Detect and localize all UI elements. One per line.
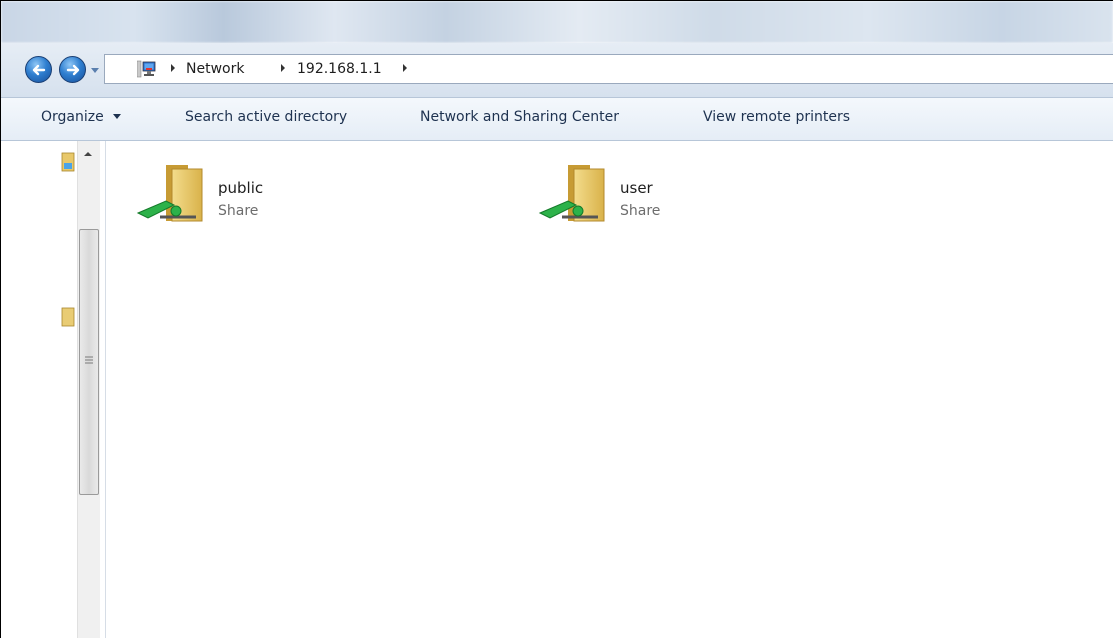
back-button[interactable] — [25, 56, 52, 83]
breadcrumb-network[interactable]: Network — [186, 61, 244, 77]
scrollbar-thumb[interactable] — [79, 229, 99, 495]
network-location-icon — [137, 60, 156, 78]
title-bar — [1, 1, 1113, 43]
shared-folder-icon — [136, 165, 203, 222]
share-name: user — [620, 179, 653, 197]
forward-arrow-icon — [66, 64, 79, 75]
breadcrumb-arrow-icon[interactable] — [279, 63, 287, 73]
organize-button[interactable]: Organize — [41, 109, 122, 125]
view-remote-printers-button[interactable]: View remote printers — [703, 109, 850, 125]
share-type: Share — [620, 203, 661, 219]
share-item[interactable]: public Share — [136, 149, 356, 222]
back-arrow-icon — [32, 64, 45, 75]
command-bar: Organize Search active directory Network… — [1, 97, 1113, 141]
library-icon[interactable] — [61, 151, 75, 173]
explorer-window: Network 192.168.1.1 Organize Search acti… — [0, 0, 1113, 638]
scroll-up-arrow-icon[interactable] — [81, 149, 95, 159]
folder-icon[interactable] — [61, 306, 75, 328]
file-list: public Share user Share — [106, 141, 1113, 638]
share-name: public — [218, 179, 264, 197]
breadcrumb-arrow-icon[interactable] — [169, 63, 177, 73]
share-type: Share — [218, 203, 259, 219]
grip-icon — [85, 356, 93, 364]
breadcrumb-host[interactable]: 192.168.1.1 — [297, 61, 382, 77]
share-item[interactable]: user Share — [538, 149, 758, 222]
breadcrumb-arrow-icon[interactable] — [401, 63, 409, 73]
organize-label: Organize — [41, 109, 104, 125]
recent-pages-dropdown-icon[interactable] — [90, 65, 100, 75]
chevron-down-icon — [113, 114, 122, 119]
shared-folder-icon — [538, 165, 605, 222]
forward-button[interactable] — [59, 56, 86, 83]
network-sharing-center-button[interactable]: Network and Sharing Center — [420, 109, 619, 125]
navigation-bar: Network 192.168.1.1 — [1, 43, 1113, 97]
address-bar[interactable]: Network 192.168.1.1 — [104, 54, 1113, 84]
search-active-directory-button[interactable]: Search active directory — [185, 109, 347, 125]
navigation-pane — [1, 141, 106, 638]
